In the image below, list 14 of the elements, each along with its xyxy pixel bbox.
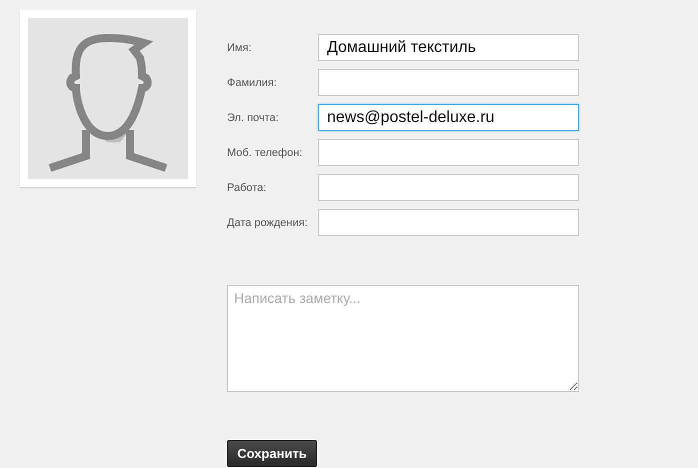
field-label: Дата рождения: [227,216,309,228]
text-field[interactable] [318,174,579,201]
field-label: Имя: [227,42,252,54]
save-button[interactable]: Сохранить [227,440,317,467]
text-field[interactable] [318,69,579,96]
text-field[interactable]: news@postel-deluxe.ru [318,104,579,131]
field-label: Эл. почта: [227,112,280,124]
text-field[interactable]: Домашний текстиль [318,34,579,61]
text-field[interactable] [318,139,579,166]
field-label: Работа: [227,182,268,194]
field-label: Моб. телефон: [227,146,304,158]
text-field[interactable] [318,209,579,236]
field-label: Фамилия: [227,76,278,88]
note-field[interactable]: Написать заметку... [227,285,579,392]
